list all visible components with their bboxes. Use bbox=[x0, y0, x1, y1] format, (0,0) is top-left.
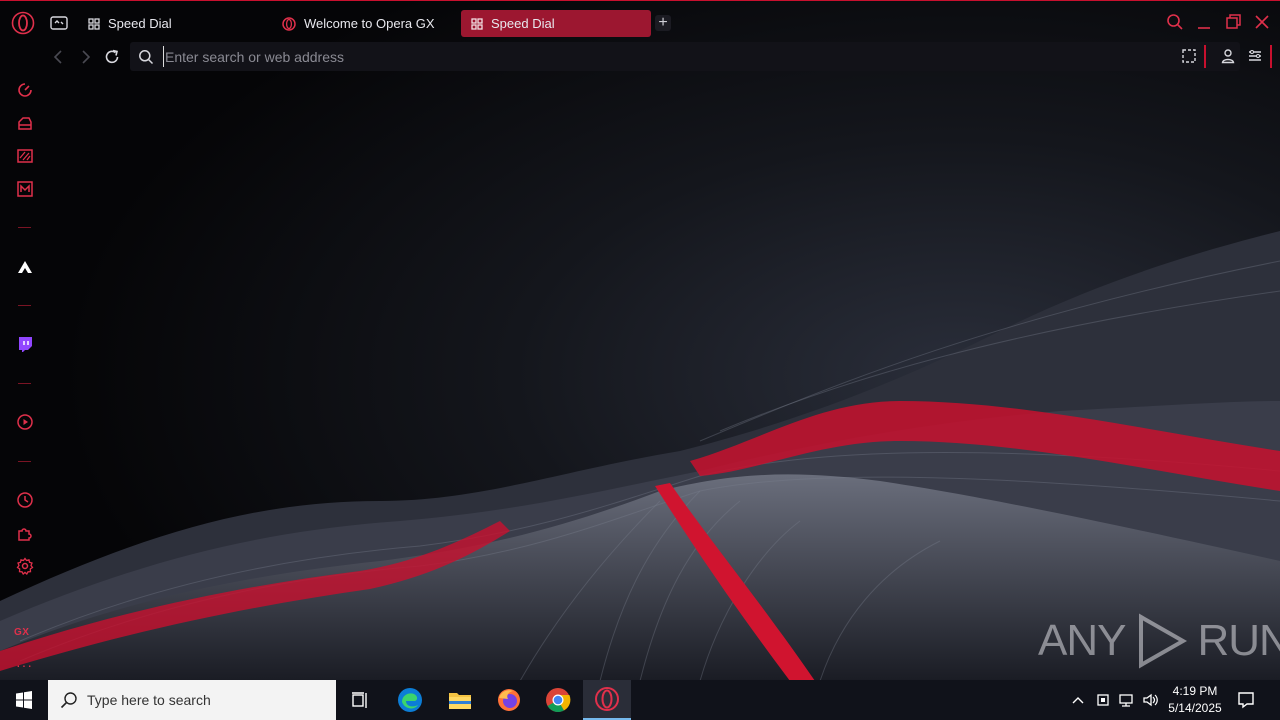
file-explorer-icon[interactable] bbox=[436, 680, 484, 720]
history-icon[interactable] bbox=[14, 489, 36, 511]
easy-setup-icon[interactable] bbox=[1247, 48, 1263, 64]
gx-control-icon[interactable] bbox=[14, 79, 36, 101]
back-icon[interactable] bbox=[50, 48, 68, 66]
speed-dial-wallpaper bbox=[0, 1, 1280, 680]
search-icon bbox=[139, 50, 154, 65]
player-icon[interactable] bbox=[14, 178, 36, 200]
minimize-icon[interactable] bbox=[1194, 12, 1214, 32]
network-icon[interactable] bbox=[1118, 692, 1136, 708]
new-tab-button[interactable]: + bbox=[655, 15, 671, 31]
clock-time: 4:19 PM bbox=[1172, 684, 1218, 698]
system-clock[interactable]: 4:19 PM 5/14/2025 bbox=[1162, 683, 1228, 717]
tab-label: Speed Dial bbox=[108, 16, 172, 31]
sidebar-separator bbox=[18, 461, 31, 462]
address-bar-row bbox=[44, 42, 1280, 72]
anyrun-watermark: ANY RUN bbox=[1038, 609, 1280, 673]
toolbar-divider bbox=[1204, 45, 1206, 68]
restore-icon[interactable] bbox=[1223, 12, 1243, 32]
sidebar-separator bbox=[18, 383, 31, 384]
browser-window: Speed Dial Welcome to Opera GX Speed Dia… bbox=[0, 0, 1280, 680]
show-hidden-icons-icon[interactable] bbox=[1071, 693, 1085, 707]
chrome-icon[interactable] bbox=[534, 680, 582, 720]
snapshot-icon[interactable] bbox=[1181, 48, 1197, 64]
extensions-icon[interactable] bbox=[14, 522, 36, 544]
tab-speed-dial-1[interactable]: Speed Dial bbox=[78, 10, 264, 37]
tab-label: Speed Dial bbox=[491, 16, 555, 31]
tab-label: Welcome to Opera GX bbox=[304, 16, 435, 31]
music-player-icon[interactable] bbox=[14, 411, 36, 433]
opera-menu-icon[interactable] bbox=[11, 11, 35, 35]
close-icon[interactable] bbox=[1252, 12, 1272, 32]
tab-welcome-opera-gx[interactable]: Welcome to Opera GX bbox=[272, 10, 456, 37]
address-input[interactable] bbox=[163, 46, 1063, 67]
watermark-text-right: RUN bbox=[1197, 616, 1280, 665]
settings-icon[interactable] bbox=[14, 555, 36, 577]
opera-gx-icon[interactable] bbox=[583, 680, 631, 720]
watermark-text-left: ANY bbox=[1038, 616, 1126, 665]
sidebar: GX ··· bbox=[0, 73, 48, 680]
speed-dial-icon bbox=[88, 17, 100, 30]
news-icon[interactable] bbox=[14, 145, 36, 167]
search-icon bbox=[60, 692, 77, 709]
opera-icon bbox=[282, 16, 296, 31]
speed-dial-icon bbox=[471, 17, 483, 30]
taskbar-search-placeholder: Type here to search bbox=[87, 692, 211, 708]
gx-corner-icon[interactable] bbox=[14, 112, 36, 134]
task-view-icon[interactable] bbox=[336, 680, 384, 720]
play-triangle-icon bbox=[1139, 613, 1188, 669]
volume-icon[interactable] bbox=[1142, 692, 1160, 708]
sidebar-separator bbox=[18, 305, 31, 306]
reload-icon[interactable] bbox=[103, 48, 121, 66]
windows-icon bbox=[16, 691, 32, 709]
notifications-icon[interactable] bbox=[1236, 690, 1256, 710]
edge-icon[interactable] bbox=[386, 680, 434, 720]
taskbar-search[interactable]: Type here to search bbox=[48, 680, 336, 720]
gx-label[interactable]: GX bbox=[14, 627, 29, 638]
security-icon[interactable] bbox=[1095, 692, 1111, 708]
aria-icon[interactable] bbox=[14, 256, 36, 278]
sidebar-separator bbox=[18, 227, 31, 228]
taskbar: Type here to search 4:19 PM 5/14/2025 bbox=[0, 680, 1280, 720]
tab-speed-dial-active[interactable]: Speed Dial bbox=[461, 10, 651, 37]
start-button[interactable] bbox=[0, 680, 48, 720]
account-icon[interactable] bbox=[1220, 48, 1236, 64]
twitch-icon[interactable] bbox=[14, 333, 36, 355]
clock-date: 5/14/2025 bbox=[1168, 701, 1222, 715]
forward-icon[interactable] bbox=[76, 48, 94, 66]
toolbar-divider bbox=[1270, 45, 1272, 68]
firefox-icon[interactable] bbox=[485, 680, 533, 720]
sidebar-more-button[interactable]: ··· bbox=[16, 657, 33, 673]
address-bar[interactable] bbox=[130, 42, 1240, 71]
gx-workspace-icon[interactable] bbox=[49, 13, 69, 33]
search-tabs-icon[interactable] bbox=[1165, 12, 1185, 32]
